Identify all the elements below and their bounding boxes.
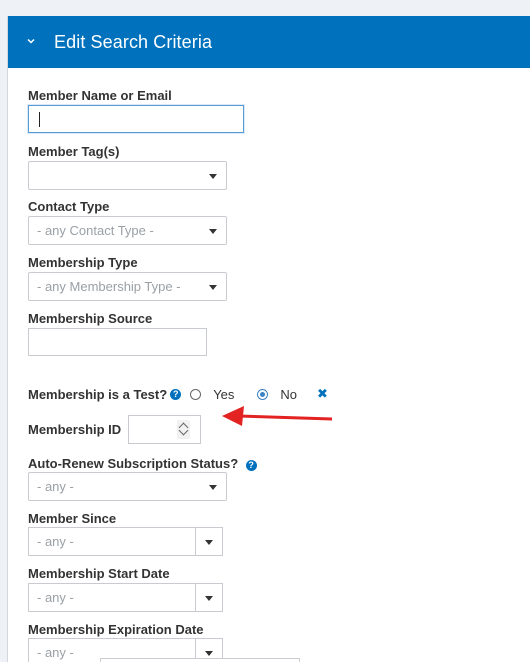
member-tags-select[interactable] (28, 161, 227, 190)
caret-down-icon (209, 229, 217, 234)
caret-down-icon (205, 596, 213, 601)
search-criteria-panel: Edit Search Criteria Member Name or Emai… (7, 16, 530, 662)
membership-type-select[interactable]: - any Membership Type - (28, 272, 227, 301)
radio-no[interactable] (257, 388, 269, 400)
caret-down-icon (205, 540, 213, 545)
clear-icon[interactable]: ✖ (317, 386, 328, 402)
contact-type-select[interactable]: - any Contact Type - (28, 216, 227, 245)
member-since-input[interactable]: - any - (28, 527, 196, 556)
start-date-select[interactable]: - any - (28, 583, 223, 612)
membership-id-input[interactable] (128, 415, 201, 444)
field-membership-source: Membership Source (28, 311, 152, 326)
chevron-down-icon[interactable] (26, 36, 36, 46)
expiration-date-label: Membership Expiration Date (28, 622, 204, 637)
field-member-tags: Member Tag(s) (28, 144, 120, 159)
membership-source-input[interactable] (28, 328, 207, 356)
start-date-label: Membership Start Date (28, 566, 170, 581)
field-contact-type: Contact Type (28, 199, 109, 214)
auto-renew-label: Auto-Renew Subscription Status? (28, 456, 239, 471)
next-field-partial (100, 658, 300, 662)
membership-id-label: Membership ID (28, 422, 122, 437)
field-auto-renew: Auto-Renew Subscription Status? ? (28, 455, 257, 473)
field-membership-id: Membership ID (28, 415, 201, 444)
field-member-since: Member Since (28, 511, 116, 526)
member-since-label: Member Since (28, 511, 117, 526)
member-since-dropdown-button[interactable] (195, 527, 223, 556)
auto-renew-placeholder: - any - (37, 479, 74, 494)
membership-source-label: Membership Source (28, 311, 153, 326)
help-icon[interactable]: ? (170, 388, 182, 400)
caret-down-icon (209, 174, 217, 179)
membership-type-label: Membership Type (28, 255, 138, 270)
page: Edit Search Criteria Member Name or Emai… (0, 0, 530, 662)
field-membership-type: Membership Type (28, 255, 138, 270)
membership-type-placeholder: - any Membership Type - (37, 279, 181, 294)
radio-yes-label[interactable]: Yes (213, 387, 234, 402)
start-date-dropdown-button[interactable] (195, 583, 223, 612)
number-spinner[interactable] (177, 420, 190, 439)
contact-type-placeholder: - any Contact Type - (37, 223, 154, 238)
member-name-label: Member Name or Email (28, 88, 172, 103)
radio-yes[interactable] (190, 388, 202, 400)
is-test-label: Membership is a Test? (28, 386, 168, 402)
contact-type-label: Contact Type (28, 199, 110, 214)
panel-title: Edit Search Criteria (54, 31, 213, 52)
annotation-arrow-icon (222, 406, 333, 426)
is-test-row: Membership is a Test? ? Yes No ✖ (28, 386, 328, 402)
text-caret (39, 112, 40, 127)
field-start-date: Membership Start Date (28, 566, 170, 581)
member-since-date-select[interactable]: - any - (28, 527, 223, 556)
caret-down-icon (205, 651, 213, 656)
member-name-input[interactable] (28, 105, 244, 133)
start-date-input[interactable]: - any - (28, 583, 196, 612)
auto-renew-select[interactable]: - any - (28, 472, 227, 501)
caret-down-icon (209, 485, 217, 490)
caret-down-icon (209, 285, 217, 290)
panel-header[interactable]: Edit Search Criteria (8, 16, 530, 68)
help-icon[interactable]: ? (245, 460, 257, 471)
radio-no-label[interactable]: No (280, 387, 297, 402)
field-member-name: Member Name or Email (28, 88, 172, 103)
field-expiration-date: Membership Expiration Date (28, 622, 204, 637)
member-tags-label: Member Tag(s) (28, 144, 120, 159)
